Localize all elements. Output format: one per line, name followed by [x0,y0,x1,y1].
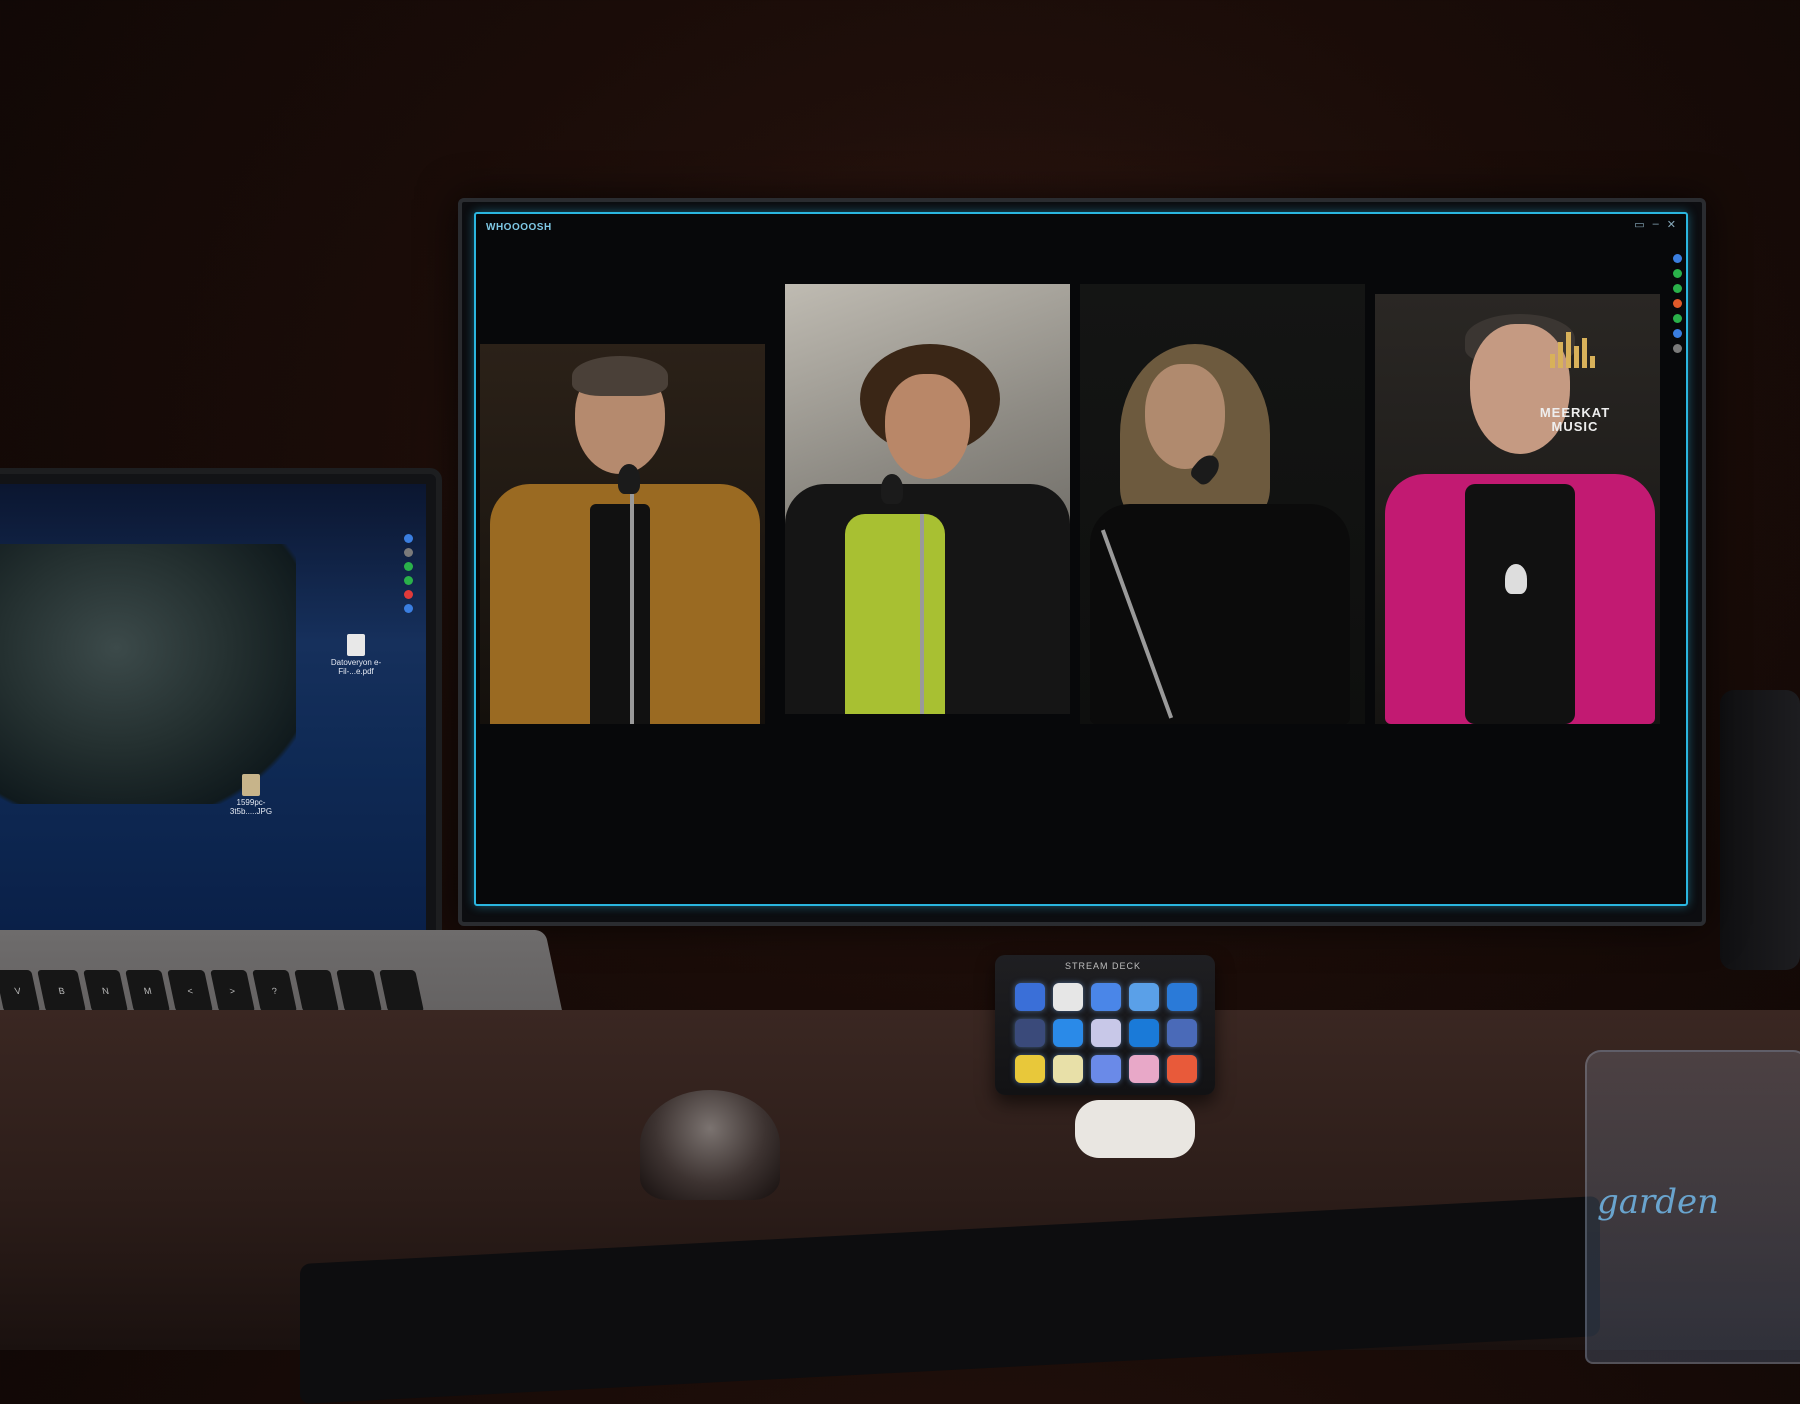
dock-app-icon[interactable] [404,576,413,585]
laptop-dock [404,534,414,613]
key[interactable]: < [167,970,213,1013]
desk-bell [640,1090,780,1200]
desktop-file-label: Datoveryon e-Fil-...e.pdf [330,658,382,676]
whatsapp-icon[interactable] [1672,269,1682,278]
key[interactable]: > [209,970,256,1013]
desktop-wallpaper: Datoveryon e-Fil-...e.pdf 1599pc- 3t5b..… [0,484,426,934]
window-controls: ▭ – ✕ [1634,218,1676,231]
pdf-file-icon [347,634,365,656]
dock-app-icon[interactable] [404,590,413,599]
trash-icon[interactable] [1672,344,1682,353]
main-monitor: WHOOOOSH ▭ – ✕ MEERKAT MUSIC [458,198,1706,926]
image-file-icon [242,774,260,796]
stream-deck-key[interactable] [1053,983,1083,1011]
maximize-icon[interactable]: ▭ [1634,218,1644,231]
stream-deck-key[interactable] [1015,983,1045,1011]
stream-deck-key[interactable] [1015,1019,1045,1047]
dock-app-icon[interactable] [404,548,413,557]
close-icon[interactable]: ✕ [1667,218,1676,231]
dock-app-icon[interactable] [404,604,413,613]
stream-deck-key[interactable] [1129,1019,1159,1047]
equalizer-icon [1550,328,1600,368]
stream-deck-keys [1015,983,1197,1083]
stream-deck-key[interactable] [1091,1019,1121,1047]
key[interactable]: ? [252,970,298,1013]
side-dock [1670,254,1684,353]
stream-deck-key[interactable] [1053,1019,1083,1047]
video-tile-4[interactable]: MEERKAT MUSIC [1375,294,1660,724]
minimize-icon[interactable]: – [1653,218,1659,231]
stream-deck-key[interactable] [1129,1055,1159,1083]
stream-deck-key[interactable] [1091,983,1121,1011]
message-icon[interactable] [1672,284,1682,293]
key[interactable] [336,970,382,1013]
stream-deck-key[interactable] [1167,1019,1197,1047]
wallpaper-island [0,544,296,804]
stream-deck-key[interactable] [1091,1055,1121,1083]
video-app-window[interactable]: WHOOOOSH ▭ – ✕ MEERKAT MUSIC [474,212,1688,906]
key[interactable]: N [82,970,129,1013]
stream-deck-key[interactable] [1167,1055,1197,1083]
key[interactable]: M [125,970,171,1013]
spotify-icon[interactable] [1672,314,1682,323]
stream-deck-key[interactable] [1129,983,1159,1011]
glass-logo-text: garden [1597,1182,1720,1222]
key[interactable]: V [0,970,41,1013]
desktop-file-pdf[interactable]: Datoveryon e-Fil-...e.pdf [326,634,386,676]
desk-scene: WHOOOOSH ▭ – ✕ MEERKAT MUSIC Datoveryon … [0,0,1800,1404]
video-tile-3[interactable] [1080,284,1365,724]
finder-icon[interactable] [1672,329,1682,338]
dock-app-icon[interactable] [1672,254,1682,263]
desktop-file-label: 1599pc- 3t5b.....JPG [229,798,273,816]
stream-deck-key[interactable] [1167,983,1197,1011]
logo-text: MEERKAT MUSIC [1539,405,1611,434]
desktop-file-jpg[interactable]: 1599pc- 3t5b.....JPG [221,774,281,816]
meerkat-music-logo: MEERKAT MUSIC [1530,324,1620,434]
app-title: WHOOOOSH [486,222,552,233]
video-tile-2[interactable] [785,284,1070,714]
beer-glass: garden [1585,1050,1800,1364]
dock-app-icon[interactable] [404,534,413,543]
speaker [1720,690,1800,970]
key[interactable] [294,970,340,1013]
earbuds-case [1075,1100,1195,1158]
stream-deck-key[interactable] [1015,1055,1045,1083]
video-grid: MEERKAT MUSIC [480,284,1660,844]
browser-icon[interactable] [1672,299,1682,308]
video-tile-1[interactable] [480,344,765,724]
key[interactable]: B [37,970,86,1013]
key[interactable] [378,970,425,1013]
dock-app-icon[interactable] [404,562,413,571]
stream-deck-label: STREAM DECK [1065,961,1142,971]
stream-deck-key[interactable] [1053,1055,1083,1083]
stream-deck: STREAM DECK [995,955,1215,1095]
laptop-screen: Datoveryon e-Fil-...e.pdf 1599pc- 3t5b..… [0,468,442,950]
